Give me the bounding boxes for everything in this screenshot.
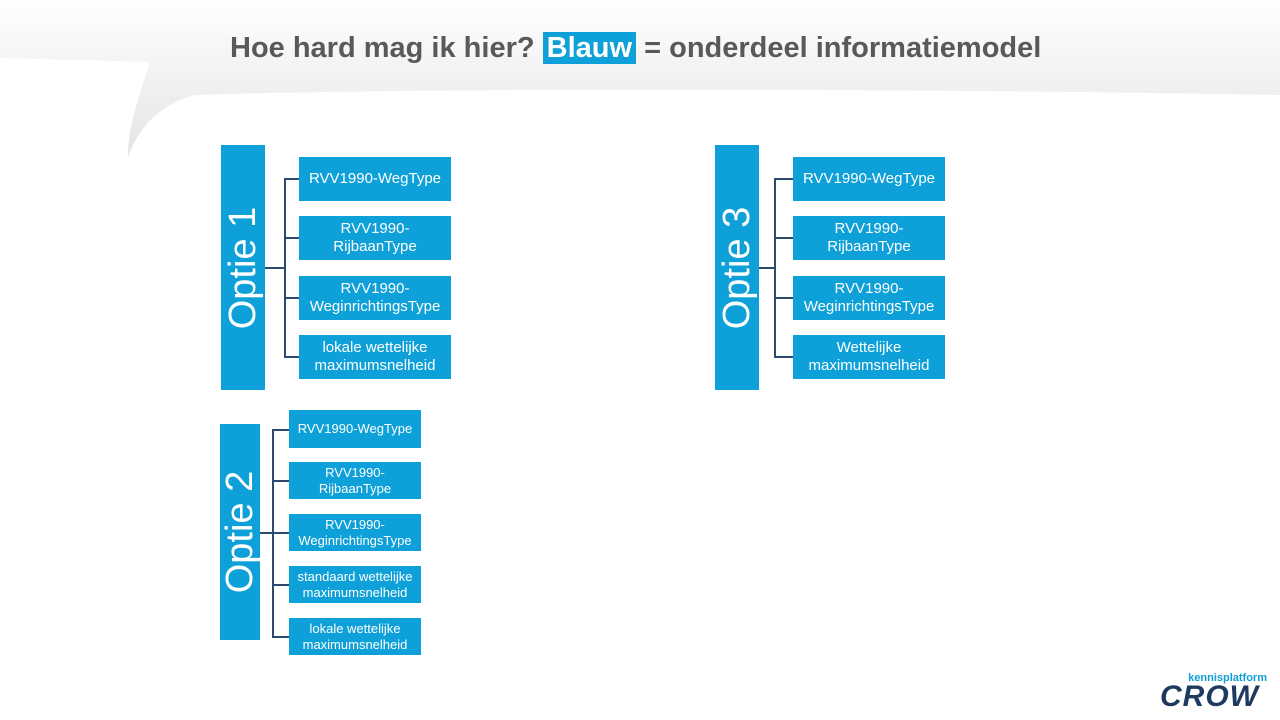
option-1-label: Optie 1 (222, 206, 264, 329)
option-3-item: RVV1990-WegType (793, 157, 945, 201)
option-2-item: RVV1990-WegType (289, 410, 421, 448)
option-3-connector (774, 237, 793, 239)
title-highlight: Blauw (542, 32, 637, 64)
option-3-connector (759, 267, 775, 269)
option-1-connector (284, 178, 286, 357)
option-3-item: RVV1990- RijbaanType (793, 216, 945, 260)
option-3-connector (774, 178, 776, 357)
option-2-item: RVV1990- RijbaanType (289, 462, 421, 499)
option-1-item: lokale wettelijke maximumsnelheid (299, 335, 451, 379)
option-2-bar: Optie 2 (219, 424, 261, 640)
option-2-item: standaard wettelijke maximumsnelheid (289, 566, 421, 603)
option-1-bar: Optie 1 (221, 145, 265, 390)
option-1-item: RVV1990-WegType (299, 157, 451, 201)
option-2-connector (272, 429, 289, 431)
option-1-connector (284, 178, 299, 180)
crow-logo: kennisplatform CROW (1160, 672, 1270, 713)
option-2-label: Optie 2 (219, 470, 261, 594)
logo-wordmark: CROW (1160, 680, 1259, 713)
title-prefix: Hoe hard mag ik hier? (230, 32, 535, 64)
option-3-bar: Optie 3 (715, 145, 759, 390)
option-3-item: RVV1990- WeginrichtingsType (793, 276, 945, 320)
option-1-item: RVV1990- WeginrichtingsType (299, 276, 451, 320)
option-1-connector (265, 267, 285, 269)
option-2-connector (272, 532, 289, 534)
option-3-label: Optie 3 (716, 206, 758, 329)
option-3-connector (774, 356, 793, 358)
option-2-connector (272, 584, 289, 586)
option-1-connector (284, 356, 299, 358)
speech-bubble-banner (0, 0, 1280, 157)
option-2-connector (272, 636, 289, 638)
option-3-connector (774, 297, 793, 299)
option-2-connector (272, 480, 289, 482)
option-3-connector (774, 178, 793, 180)
page-title: Hoe hard mag ik hier? Blauw = onderdeel … (230, 32, 1041, 65)
option-2-item: RVV1990- WeginrichtingsType (289, 514, 421, 551)
option-1-connector (284, 297, 299, 299)
option-3-item: Wettelijke maximumsnelheid (793, 335, 945, 379)
title-suffix: = onderdeel informatiemodel (644, 32, 1042, 64)
option-2-item: lokale wettelijke maximumsnelheid (289, 618, 421, 655)
option-1-connector (284, 237, 299, 239)
option-1-item: RVV1990- RijbaanType (299, 216, 451, 260)
